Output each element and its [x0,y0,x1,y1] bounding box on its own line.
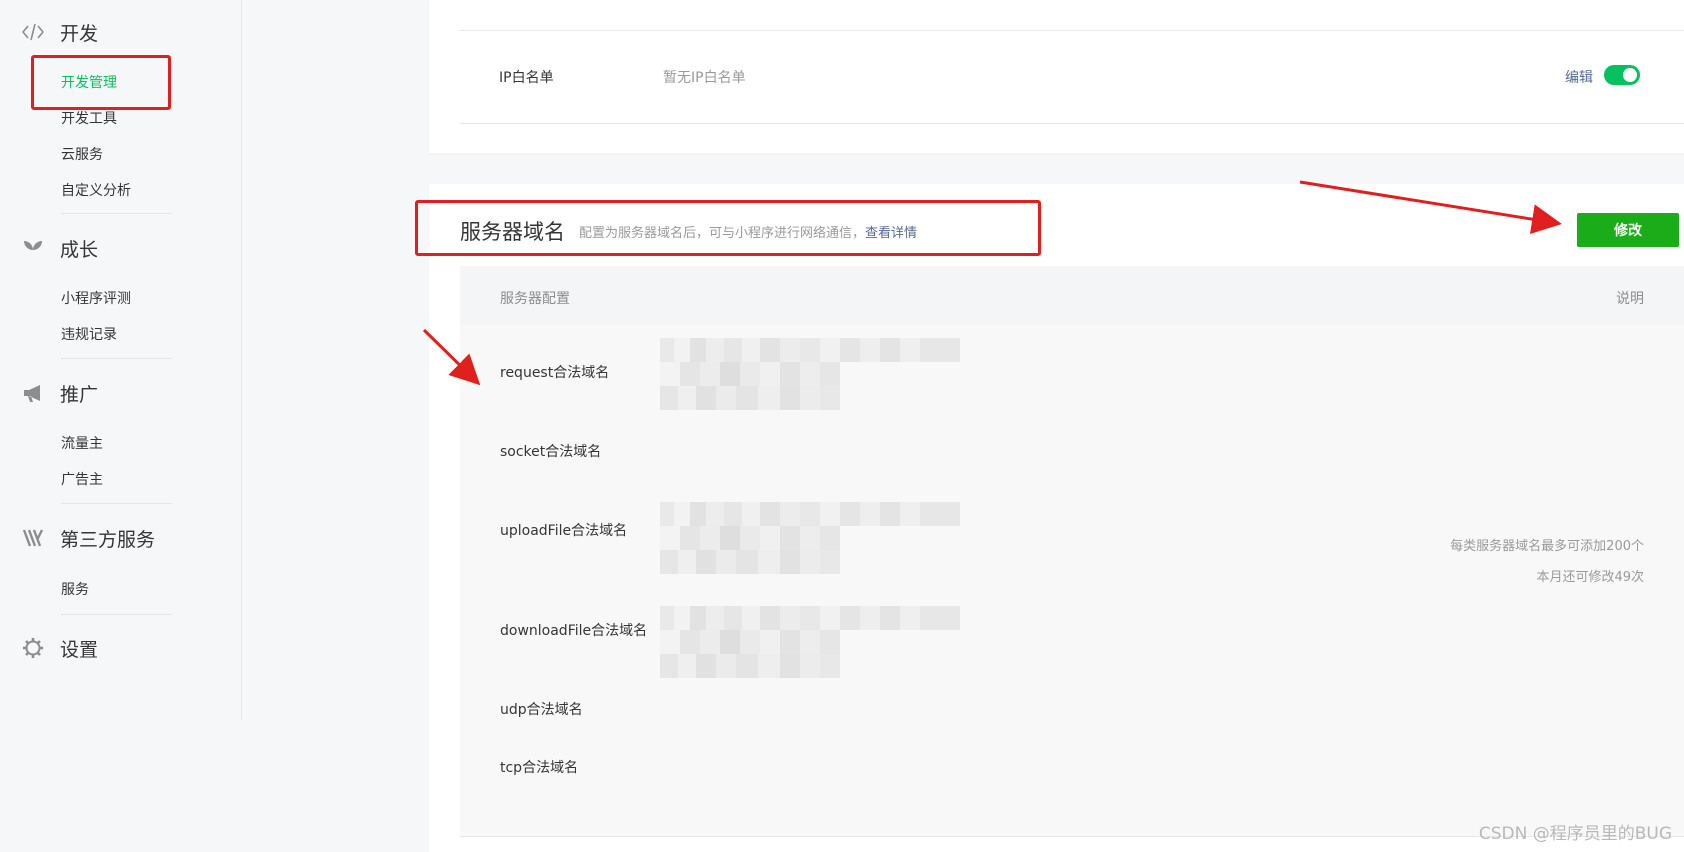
sidebar-item-advertiser[interactable]: 广告主 [61,469,103,489]
third-party-icon [20,525,46,551]
nav-group-third-party-header[interactable]: 第三方服务 [20,523,155,553]
highlight-box-server-domain [415,200,1041,256]
nav-group-title: 推广 [60,383,99,406]
highlight-box-dev-management [31,55,171,110]
sidebar-item-dev-tools[interactable]: 开发工具 [61,108,117,128]
table-row-label-request: request合法域名 [500,365,610,381]
ip-whitelist-toggle[interactable] [1604,65,1640,85]
code-icon [20,19,46,45]
sidebar-item-evaluation[interactable]: 小程序评测 [61,288,131,308]
table-row-label-downloadfile: downloadFile合法域名 [500,623,648,639]
ip-whitelist-value: 暂无IP白名单 [663,70,746,86]
column-header-note: 说明 [1616,291,1644,307]
megaphone-icon [20,380,46,406]
row-divider [460,123,1684,124]
watermark: CSDN @程序员里的BUG [1478,824,1672,844]
sidebar-divider [61,213,172,214]
table-row-label-socket: socket合法域名 [500,444,602,460]
nav-group-title: 第三方服务 [60,528,156,551]
nav-group-title: 成长 [60,238,99,261]
leaf-icon [20,235,46,261]
server-config-table: 服务器配置 说明 request合法域名 socket合法域名 uploadFi… [460,266,1684,837]
table-row-label-udp: udp合法域名 [500,702,583,718]
sidebar-item-violations[interactable]: 违规记录 [61,324,117,344]
ip-whitelist-label: IP白名单 [499,70,554,86]
nav-group-title: 开发 [60,22,99,45]
sidebar-item-custom-analysis[interactable]: 自定义分析 [61,180,131,200]
ip-whitelist-panel: IP白名单 暂无IP白名单 编辑 [429,0,1684,153]
row-divider [460,30,1684,31]
table-header: 服务器配置 说明 [460,266,1684,326]
nav-group-develop-header[interactable]: 开发 [20,17,98,47]
redacted-domain-list [660,502,960,574]
column-header-config: 服务器配置 [500,291,570,307]
domain-limit-note: 每类服务器域名最多可添加200个 [1450,539,1644,554]
ip-whitelist-edit-link[interactable]: 编辑 [1565,67,1593,87]
sidebar-item-cloud[interactable]: 云服务 [61,144,103,164]
nav-group-growth-header[interactable]: 成长 [20,233,98,263]
server-domain-panel: 服务器域名 配置为服务器域名后，可与小程序进行网络通信，查看详情 修改 服务器配… [429,184,1684,852]
sidebar-item-services[interactable]: 服务 [61,579,89,599]
redacted-domain-list [660,338,960,410]
nav-group-settings-header[interactable]: 设置 [20,633,98,663]
nav-group-title: 设置 [60,638,99,661]
modify-count-note: 本月还可修改49次 [1536,570,1644,585]
sidebar-divider [61,614,172,615]
gear-icon [20,635,46,661]
sidebar-item-traffic-owner[interactable]: 流量主 [61,433,103,453]
table-row-label-tcp: tcp合法域名 [500,760,579,776]
redacted-domain-list [660,606,960,678]
modify-button[interactable]: 修改 [1577,213,1679,247]
table-row-label-uploadfile: uploadFile合法域名 [500,523,628,539]
sidebar-divider [61,503,172,504]
nav-group-promotion-header[interactable]: 推广 [20,378,98,408]
sidebar-divider [61,358,172,359]
